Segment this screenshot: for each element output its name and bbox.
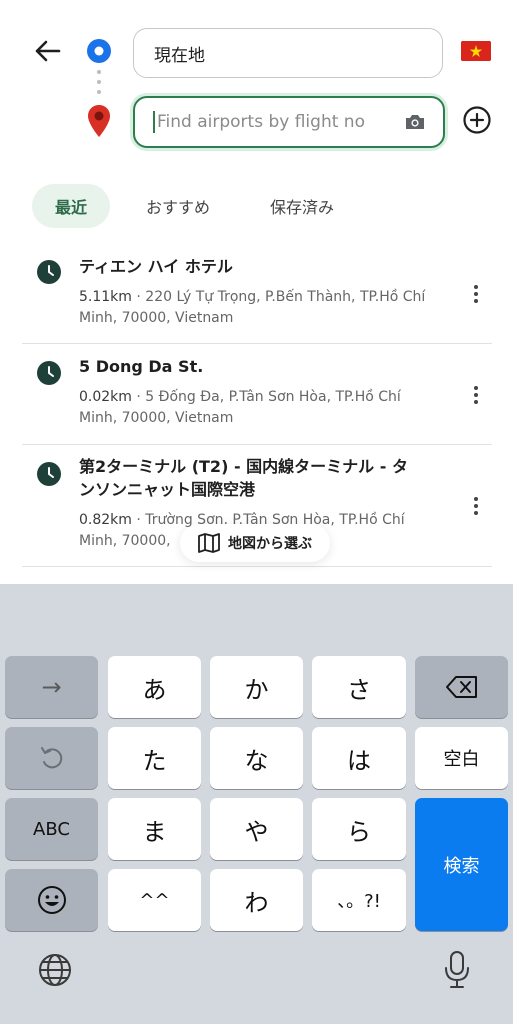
tab-recommended[interactable]: おすすめ <box>130 184 226 228</box>
key-a[interactable]: あ <box>108 656 201 718</box>
backspace-icon <box>445 676 477 698</box>
tab-recent[interactable]: 最近 <box>32 184 110 228</box>
select-on-map-label: 地図から選ぶ <box>228 536 312 552</box>
result-address: 5.11km · 220 Lý Tự Trọng, P.Bến Thành, T… <box>79 289 426 326</box>
result-address-line1: 5 Đống Đa, P.Tân Sơn Hòa, TP.Hồ Chí <box>145 389 401 405</box>
more-vert-icon[interactable] <box>466 383 486 407</box>
result-distance: 0.82km <box>79 512 132 528</box>
origin-dot-icon <box>87 39 111 63</box>
clock-icon <box>37 260 61 284</box>
route-connector <box>97 70 101 102</box>
destination-input[interactable] <box>157 112 387 132</box>
key-space[interactable]: 空白 <box>415 727 508 789</box>
result-distance: 0.02km <box>79 389 132 405</box>
add-stop-icon[interactable] <box>461 104 493 136</box>
result-title: 第2ターミナル (T2) - 国内線ターミナル - タ ンソンニャット国際空港 <box>79 455 439 501</box>
result-address: 0.02km · 5 Đống Đa, P.Tân Sơn Hòa, TP.Hồ… <box>79 389 401 426</box>
back-arrow-icon <box>35 40 61 62</box>
key-ma[interactable]: ま <box>108 798 201 860</box>
clock-icon <box>37 462 61 486</box>
key-search[interactable]: 検索 <box>415 798 508 931</box>
key-undo[interactable] <box>5 727 98 789</box>
key-abc[interactable]: ABC <box>5 798 98 860</box>
flag-vietnam-icon[interactable] <box>461 41 491 61</box>
keyboard: → あ か さ た な は 空白 ABC ま や ら 検索 ^^ わ 、。?! <box>0 584 513 1024</box>
select-on-map-button[interactable]: 地図から選ぶ <box>180 524 330 562</box>
result-title-line2: ンソンニャット国際空港 <box>79 480 256 499</box>
undo-icon <box>40 747 62 769</box>
key-backspace[interactable] <box>415 656 508 718</box>
key-ya[interactable]: や <box>210 798 303 860</box>
key-sa[interactable]: さ <box>312 656 406 718</box>
key-ka[interactable]: か <box>210 656 303 718</box>
key-wa[interactable]: わ <box>210 869 303 931</box>
key-ra[interactable]: ら <box>312 798 406 860</box>
key-punctuation[interactable]: 、。?! <box>312 869 406 931</box>
microphone-icon[interactable] <box>442 950 472 990</box>
back-button[interactable] <box>30 34 64 68</box>
key-ha[interactable]: は <box>312 727 406 789</box>
key-next[interactable]: → <box>5 656 98 718</box>
tab-saved[interactable]: 保存済み <box>254 184 350 228</box>
result-address-line2: Minh, 70000, Vietnam <box>79 410 234 426</box>
origin-field[interactable]: 現在地 <box>133 28 443 78</box>
globe-icon[interactable] <box>37 952 73 988</box>
result-address-line2: Minh, 70000, <box>79 533 171 549</box>
result-title: ティエン ハイ ホテル <box>79 257 233 276</box>
origin-value: 現在地 <box>154 45 205 66</box>
emoji-icon <box>37 886 66 914</box>
more-vert-icon[interactable] <box>466 282 486 306</box>
more-vert-icon[interactable] <box>466 494 486 518</box>
map-icon <box>198 533 220 553</box>
key-na[interactable]: な <box>210 727 303 789</box>
result-address-line1: 220 Lý Tự Trọng, P.Bến Thành, TP.Hồ Chí <box>145 289 426 305</box>
result-address-line2: Minh, 70000, Vietnam <box>79 310 234 326</box>
destination-field[interactable] <box>133 96 445 148</box>
result-title: 5 Dong Da St. <box>79 357 204 376</box>
text-cursor <box>153 111 155 133</box>
camera-icon[interactable] <box>403 110 427 134</box>
result-title-line1: 第2ターミナル (T2) - 国内線ターミナル - タ <box>79 457 408 476</box>
divider <box>22 444 492 445</box>
keyboard-bottom-bar <box>0 930 513 1024</box>
divider <box>22 566 492 567</box>
result-distance: 5.11km <box>79 289 132 305</box>
key-emoji[interactable] <box>5 869 98 931</box>
key-emoticon[interactable]: ^^ <box>108 869 201 931</box>
divider <box>22 343 492 344</box>
destination-pin-icon <box>88 105 110 137</box>
key-ta[interactable]: た <box>108 727 201 789</box>
clock-icon <box>37 361 61 385</box>
